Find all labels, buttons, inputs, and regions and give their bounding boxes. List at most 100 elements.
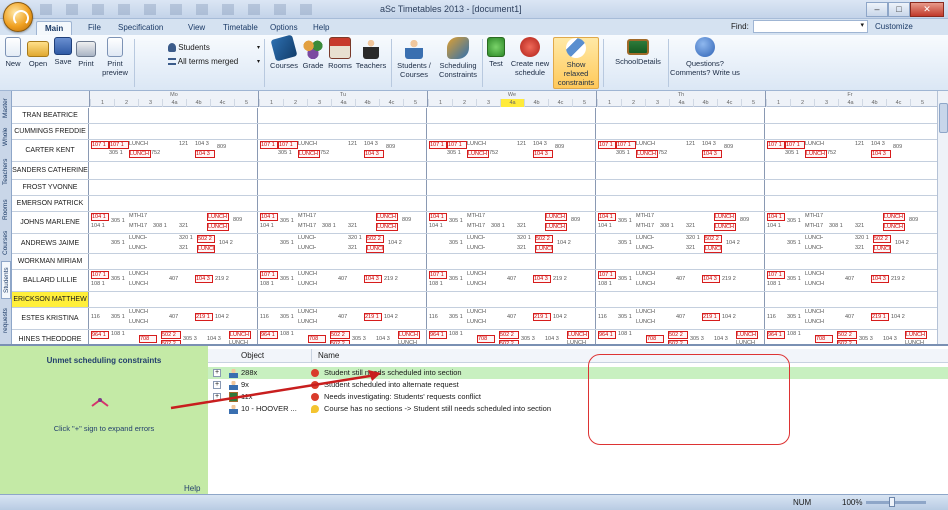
teacher-row[interactable]: CUMMINGS FREDDIE <box>12 124 937 140</box>
lesson-card[interactable]: 107 1 <box>598 271 616 279</box>
lesson-card[interactable]: LUNCH <box>805 271 827 277</box>
lesson-card[interactable]: 219 1 <box>195 313 213 321</box>
lesson-card[interactable]: 104 1 <box>598 213 616 221</box>
lesson-card[interactable]: 708 <box>646 335 664 343</box>
lesson-card[interactable]: 321 <box>517 223 531 229</box>
lesson-card[interactable]: 407 <box>338 276 352 282</box>
lesson-card[interactable]: 305 3 <box>690 336 704 342</box>
lesson-card[interactable]: 407 <box>676 314 690 320</box>
teacher-row[interactable]: WORKMAN MIRIAM <box>12 254 937 270</box>
lesson-card[interactable]: LUNCH <box>129 271 151 277</box>
lesson-card[interactable]: 809 <box>893 144 909 150</box>
lesson-card[interactable]: 305 1 <box>449 240 463 246</box>
column-name[interactable]: Name <box>311 349 339 363</box>
teacher-row[interactable]: FROST YVONNE <box>12 180 937 196</box>
lesson-card[interactable]: 108 1 <box>260 281 278 287</box>
lesson-card[interactable]: 502 2 <box>366 235 384 243</box>
lesson-card[interactable]: 321 <box>348 223 362 229</box>
lesson-card[interactable]: LUNCH <box>873 245 891 253</box>
lesson-card[interactable]: 964 1 <box>91 331 109 339</box>
teacher-row[interactable]: SANDERS CATHERINE <box>12 162 937 180</box>
lesson-card[interactable]: 809 <box>724 144 740 150</box>
lesson-card[interactable]: MTH17 <box>129 223 151 229</box>
lesson-card[interactable]: LUNCH <box>567 331 589 339</box>
lesson-card[interactable]: 321 <box>348 245 362 251</box>
tab-help[interactable]: Help <box>305 21 337 35</box>
scrollbar-thumb[interactable] <box>939 103 948 133</box>
lesson-card[interactable]: 107 1 <box>91 141 109 149</box>
lesson-card[interactable]: 107 1 <box>429 141 447 149</box>
lesson-card[interactable]: 107 1 <box>109 141 129 149</box>
lesson-card[interactable]: 107 1 <box>260 271 278 279</box>
tab-main[interactable]: Main <box>36 21 73 35</box>
lesson-card[interactable]: LUNCH <box>636 319 658 325</box>
lesson-card[interactable]: LUNCH <box>883 213 905 221</box>
lesson-card[interactable]: 104 2 <box>388 240 404 246</box>
lesson-card[interactable]: 104 2 <box>726 240 742 246</box>
lesson-card[interactable]: LUNCH <box>805 235 823 241</box>
lesson-card[interactable]: LUNCH <box>129 281 151 287</box>
lesson-card[interactable]: 305 1 <box>787 276 801 282</box>
lesson-card[interactable]: 964 1 <box>429 331 447 339</box>
lesson-card[interactable]: 305 1 <box>618 218 632 224</box>
lesson-card[interactable]: 305 1 <box>449 314 463 320</box>
lesson-card[interactable]: 107 1 <box>767 141 785 149</box>
lesson-card[interactable]: LUNCH <box>736 331 758 339</box>
lesson-card[interactable]: LUNCH <box>545 213 567 221</box>
lesson-card[interactable]: LUNCH <box>129 235 147 241</box>
lesson-card[interactable]: LUNCH <box>376 223 398 231</box>
lesson-card[interactable]: LUNCH <box>805 150 827 158</box>
lesson-card[interactable]: 407 <box>507 314 521 320</box>
lesson-card[interactable]: LUNCH <box>129 245 147 251</box>
teacher-name[interactable]: CARTER KENT <box>12 140 89 161</box>
lesson-card[interactable]: 305 1 <box>787 240 801 246</box>
lesson-card[interactable]: 107 1 <box>447 141 467 149</box>
lesson-card[interactable]: 407 <box>845 276 859 282</box>
customize-menu[interactable]: Customize <box>875 22 913 31</box>
lesson-card[interactable]: 809 <box>402 217 418 223</box>
lesson-card[interactable]: 104 3 <box>376 336 392 342</box>
rooms-button[interactable]: Rooms <box>326 37 354 70</box>
lesson-card[interactable]: 305 1 <box>278 150 298 156</box>
lesson-card[interactable]: 104 3 <box>207 336 223 342</box>
lesson-card[interactable]: LUNCH <box>805 281 827 287</box>
lesson-card[interactable]: LUNCH <box>467 235 485 241</box>
lesson-card[interactable]: 809 <box>555 144 571 150</box>
lesson-card[interactable]: LUNCH <box>905 331 927 339</box>
lesson-card[interactable]: LUNCH <box>376 213 398 221</box>
teacher-name[interactable]: FROST YVONNE <box>12 180 89 195</box>
lesson-card[interactable]: 104 3 <box>364 141 384 147</box>
lesson-card[interactable]: 305 3 <box>352 336 366 342</box>
lesson-card[interactable]: 219 2 <box>215 276 233 282</box>
lesson-card[interactable]: LUNCH <box>704 245 722 253</box>
zoom-slider[interactable] <box>866 501 926 504</box>
lesson-card[interactable]: 407 <box>169 314 183 320</box>
lesson-card[interactable]: 107 1 <box>785 141 805 149</box>
find-input[interactable]: ▾ <box>753 20 868 33</box>
lesson-card[interactable]: 305 1 <box>109 150 129 156</box>
lesson-card[interactable]: 104 3 <box>195 275 213 283</box>
lesson-card[interactable]: MTH17 <box>298 213 320 219</box>
lesson-card[interactable]: 104 2 <box>895 240 911 246</box>
lesson-card[interactable]: 407 <box>845 314 859 320</box>
tab-file[interactable]: File <box>80 21 109 35</box>
save-button[interactable]: Save <box>52 37 74 66</box>
side-tab-whole[interactable]: Whole <box>1 124 11 150</box>
lesson-card[interactable]: 502 2 <box>704 235 722 243</box>
lesson-card[interactable]: 407 <box>338 314 352 320</box>
lesson-card[interactable]: 104 3 <box>702 150 722 158</box>
lesson-card[interactable]: LUNCH <box>805 319 827 325</box>
lesson-card[interactable]: LUNCH <box>636 235 654 241</box>
lesson-card[interactable]: 107 1 <box>598 141 616 149</box>
lesson-card[interactable]: MTH17 <box>467 223 489 229</box>
entity-select[interactable]: Students ▾ <box>168 42 260 54</box>
help-link[interactable]: Help <box>184 484 200 493</box>
lesson-card[interactable]: 407 <box>676 276 690 282</box>
teacher-name[interactable]: CUMMINGS FREDDIE <box>12 124 89 139</box>
lesson-card[interactable]: LUNCH <box>298 271 320 277</box>
lesson-card[interactable]: 305 1 <box>787 218 801 224</box>
lesson-card[interactable]: LUNCH <box>298 309 320 315</box>
lesson-card[interactable]: 116 <box>429 314 443 320</box>
lesson-card[interactable]: 104 3 <box>195 150 215 158</box>
lesson-card[interactable]: 708 <box>815 335 833 343</box>
